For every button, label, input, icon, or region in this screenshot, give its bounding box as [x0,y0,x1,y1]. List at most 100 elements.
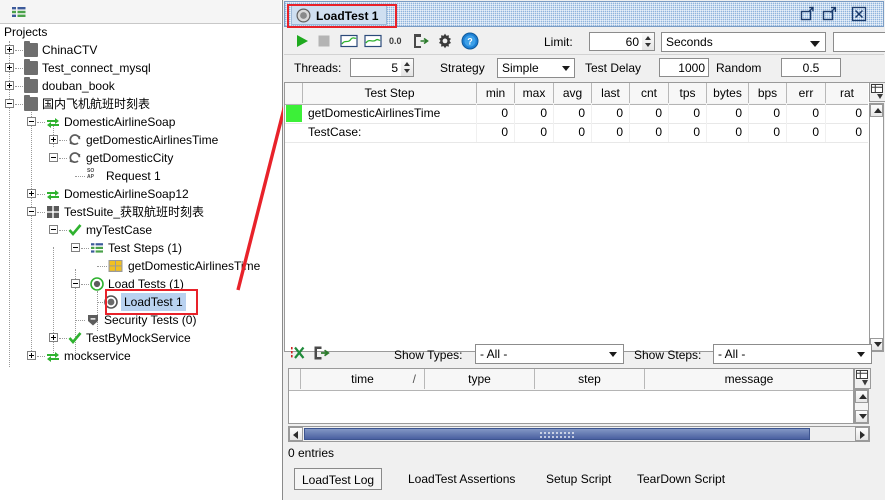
log-header-message[interactable]: message [645,369,853,389]
expander-icon[interactable] [27,117,36,126]
limit-input[interactable] [589,32,643,51]
help-button[interactable]: ? [461,32,479,50]
tab-setup-script[interactable]: Setup Script [539,468,618,490]
statistics-header-rat[interactable]: rat [826,83,868,103]
statistics-header-avg[interactable]: avg [554,83,592,103]
statistics-header-bps[interactable]: bps [749,83,787,103]
statistics-header-status[interactable] [285,83,303,103]
log-header-type[interactable]: type [425,369,535,389]
log-header-step[interactable]: step [535,369,645,389]
log-toolbar: Show Types: - All - Show Steps: - All - [284,343,884,365]
cell-bps: 0 [749,123,787,142]
expander-icon[interactable] [27,351,36,360]
tree-node-label: douban_book [42,79,115,93]
tree-node-label: 国内飞机航班时刻表 [42,97,151,111]
tab-loadtest-log[interactable]: LoadTest Log [294,468,383,490]
expander-icon[interactable] [49,333,58,342]
log-horizontal-scrollbar[interactable] [288,426,870,442]
stop-button[interactable] [316,33,332,49]
show-types-select[interactable]: - All - [475,344,624,364]
expander-icon[interactable] [27,189,36,198]
limit-stepper[interactable] [642,32,655,51]
clear-log-icon[interactable] [290,345,308,361]
export-log-icon[interactable] [313,345,331,361]
scroll-thumb[interactable] [304,428,810,440]
expander-icon[interactable] [5,99,14,108]
cell-err: 0 [787,104,826,123]
expander-icon[interactable] [49,225,58,234]
scroll-thumb-grip [539,431,575,439]
expander-icon[interactable] [49,153,58,162]
statistics-graph-button[interactable] [364,33,382,49]
statistics-header-err[interactable]: err [787,83,826,103]
scroll-track[interactable] [870,117,883,338]
tab-teardown-script[interactable]: TearDown Script [630,468,732,490]
statistics-header-test-step[interactable]: Test Step [303,83,477,103]
scroll-down-button[interactable] [855,410,868,423]
tree-connector [15,50,23,51]
tree-node-label: myTestCase [86,223,153,237]
scroll-up-button[interactable] [870,104,883,117]
tree-connector [15,104,23,105]
scroll-left-button[interactable] [289,427,303,441]
scroll-right-button[interactable] [855,427,869,441]
restore-down-button[interactable] [799,6,815,22]
table-row[interactable]: TestCase: 0 0 0 0 0 0 0 0 0 0 [285,123,868,143]
tree-connector [75,320,85,321]
expander-icon[interactable] [71,279,80,288]
tree-node-label: ChinaCTV [42,43,98,57]
statistics-header-max[interactable]: max [515,83,554,103]
statistics-value-button[interactable]: 0.0 [389,35,407,47]
project-tree[interactable]: ChinaCTV Test_connect_mysql douban_book [0,41,281,496]
tree-node-label: getDomesticCity [86,151,174,165]
show-steps-select[interactable]: - All - [713,344,872,364]
statistics-header-last[interactable]: last [592,83,630,103]
expander-icon[interactable] [5,45,14,54]
statistics-header-min[interactable]: min [477,83,515,103]
expander-icon[interactable] [71,243,80,252]
testsuite-icon [46,205,60,219]
close-button[interactable] [851,6,867,22]
threads-stepper[interactable] [401,58,414,77]
limit-unit-select[interactable]: Seconds [661,32,826,52]
log-vertical-scrollbar[interactable] [854,389,869,424]
expander-icon[interactable] [5,81,14,90]
run-button[interactable] [294,33,310,49]
reset-statistics-button[interactable] [340,33,358,49]
statistics-header-tps[interactable]: tps [669,83,707,103]
limit-label: Limit: [544,35,573,49]
chevron-down-icon [562,66,570,71]
log-header-status[interactable] [289,369,301,389]
statistics-header-cnt[interactable]: cnt [630,83,669,103]
tree-connector [81,248,89,249]
folder-icon [24,59,38,75]
soap-request-icon: SO AP [87,168,95,180]
expander-icon[interactable] [27,207,36,216]
random-input[interactable] [781,58,841,77]
column-config-icon[interactable] [869,82,885,102]
cell-bps: 0 [749,104,787,123]
table-row[interactable]: getDomesticAirlinesTime 0 0 0 0 0 0 0 0 … [285,104,868,124]
expander-icon[interactable] [5,63,14,72]
expander-icon[interactable] [49,135,58,144]
statistics-vertical-scrollbar[interactable] [869,103,884,352]
statistics-table: Test Step min max avg last cnt tps bytes… [284,82,869,352]
scroll-up-button[interactable] [855,390,868,403]
column-config-icon[interactable] [854,368,871,389]
folder-icon [24,41,38,57]
navigator-toolbar [0,0,281,24]
tab-loadtest-assertions[interactable]: LoadTest Assertions [401,468,522,490]
log-header-time[interactable]: time / [301,369,425,389]
export-statistics-button[interactable] [412,32,430,50]
tree-connector [97,266,107,267]
maximize-button[interactable] [821,6,837,22]
test-delay-input[interactable] [659,58,709,77]
gear-icon[interactable] [436,32,454,50]
cell-tps: 0 [669,104,707,123]
check-icon [68,223,82,237]
svg-text:?: ? [467,37,473,47]
statistics-header-bytes[interactable]: bytes [707,83,749,103]
strategy-select[interactable]: Simple [497,58,575,78]
threads-input[interactable] [350,58,402,77]
list-icon[interactable] [10,4,28,20]
